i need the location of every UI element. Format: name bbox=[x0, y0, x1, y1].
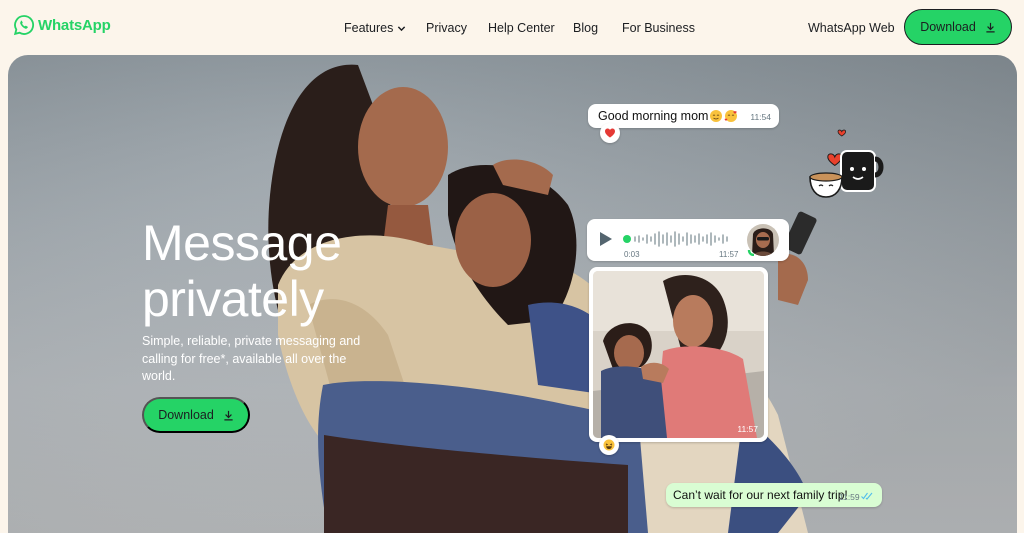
red-heart-icon bbox=[605, 128, 615, 138]
site-header: WhatsApp Features Privacy Help Center Bl… bbox=[0, 0, 1024, 54]
message-time: 11:59 bbox=[839, 492, 860, 502]
download-arrow-icon bbox=[224, 410, 233, 420]
nav-for-business[interactable]: For Business bbox=[622, 19, 695, 37]
hero-subtext: Simple, reliable, private messaging and … bbox=[142, 334, 361, 383]
message-text: Good morning mom bbox=[598, 109, 709, 123]
main-nav: Features Privacy Help Center Blog For Bu… bbox=[0, 19, 1024, 37]
hero-headline: Message privately bbox=[142, 215, 342, 327]
voice-duration: 0:03 bbox=[624, 250, 640, 259]
nav-blog[interactable]: Blog bbox=[573, 19, 598, 37]
voice-time: 11:57 bbox=[719, 250, 739, 259]
coffee-cups-sticker-icon bbox=[809, 129, 884, 198]
chevron-down-icon bbox=[398, 25, 406, 31]
laughing-face-icon bbox=[603, 439, 615, 451]
nav-privacy[interactable]: Privacy bbox=[426, 19, 467, 37]
whatsapp-web-link[interactable]: WhatsApp Web bbox=[808, 19, 895, 37]
read-ticks-icon bbox=[861, 492, 873, 500]
nav-features[interactable]: Features bbox=[344, 19, 406, 37]
download-arrow-icon bbox=[986, 22, 995, 32]
headline-line-2: privately bbox=[142, 271, 324, 327]
nav-features-label: Features bbox=[344, 21, 394, 35]
waveform-icon bbox=[623, 231, 728, 247]
hero-section: Message privately Simple, reliable, priv… bbox=[8, 55, 1017, 533]
hero-download-label: Download bbox=[158, 408, 214, 422]
hero-download-button[interactable]: Download bbox=[142, 397, 250, 433]
photo-message[interactable]: 11:57 bbox=[589, 267, 768, 442]
header-download-button[interactable]: Download bbox=[904, 9, 1012, 45]
family-photo bbox=[593, 271, 764, 438]
voice-note-message[interactable]: 0:03 11:57 bbox=[587, 219, 789, 261]
chat-bubble-family-trip: Can’t wait for our next family trip! 11:… bbox=[666, 483, 882, 507]
message-time: 11:54 bbox=[750, 112, 771, 122]
headline-line-1: Message bbox=[142, 215, 342, 271]
message-text: Can’t wait for our next family trip! bbox=[673, 488, 848, 502]
play-icon[interactable] bbox=[599, 231, 613, 247]
reaction-laugh bbox=[599, 435, 619, 455]
photo-time: 11:57 bbox=[737, 424, 758, 434]
hugging-hearts-emoji-icon bbox=[710, 110, 737, 122]
reaction-heart bbox=[600, 123, 620, 143]
nav-help-center[interactable]: Help Center bbox=[488, 19, 555, 37]
avatar bbox=[747, 224, 779, 256]
chat-bubble-good-morning: Good morning mom 11:54 bbox=[588, 104, 779, 128]
header-download-label: Download bbox=[920, 20, 976, 34]
